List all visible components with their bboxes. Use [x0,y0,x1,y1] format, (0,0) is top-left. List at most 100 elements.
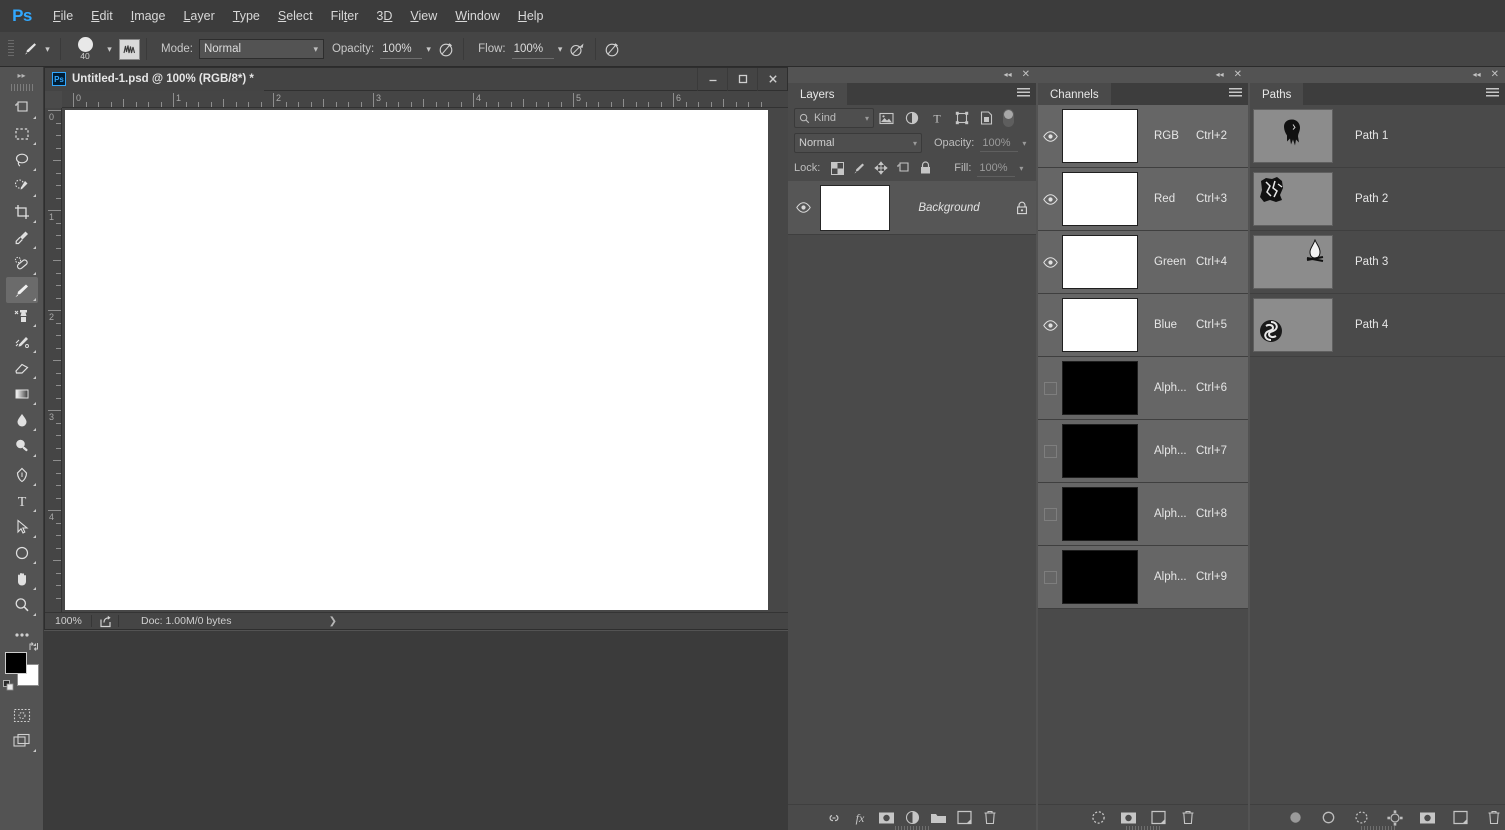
panel-menu-icon[interactable] [1017,88,1030,99]
channel-visibility-toggle[interactable] [1038,570,1062,584]
sidebar-item-history-brush-tool[interactable] [6,329,38,355]
path-row[interactable]: Path 1 [1250,105,1505,168]
channel-row[interactable]: Alph... Ctrl+8 [1038,483,1248,546]
shape-filter-icon[interactable] [949,107,974,129]
layer-visibility-toggle[interactable] [788,202,818,213]
sidebar-item-pen-tool[interactable] [6,462,38,488]
link-layers-button[interactable] [821,806,847,830]
delete-path-button[interactable] [1482,806,1505,830]
channel-thumbnail[interactable] [1062,361,1138,415]
channel-row[interactable]: RGB Ctrl+2 [1038,105,1248,168]
channel-row[interactable]: Alph... Ctrl+6 [1038,357,1248,420]
panel-resize-grip[interactable] [895,826,929,830]
channel-thumbnail[interactable] [1062,424,1138,478]
opacity-chevron-down-icon[interactable]: ▾ [1022,139,1026,148]
delete-layer-button[interactable] [977,806,1003,830]
menu-edit[interactable]: Edit [82,0,122,32]
brush-settings-panel-icon[interactable] [119,38,140,60]
brush-icon[interactable] [19,38,41,60]
share-export-icon[interactable] [92,615,118,628]
sidebar-item-eraser-tool[interactable] [6,355,38,381]
sidebar-item-clone-stamp-tool[interactable] [6,303,38,329]
channel-visibility-toggle[interactable] [1038,444,1062,458]
sidebar-item-lasso-tool[interactable] [6,147,38,173]
menu-type[interactable]: Type [224,0,269,32]
path-row[interactable]: Path 2 [1250,168,1505,231]
default-colors-icon[interactable] [2,678,14,696]
sidebar-item-ellipse-tool[interactable] [6,540,38,566]
zoom-level-input[interactable]: 100% [45,615,91,627]
sidebar-item-crop-tool[interactable] [6,199,38,225]
channel-visibility-toggle[interactable] [1038,193,1062,205]
channel-row[interactable]: Alph... Ctrl+9 [1038,546,1248,609]
layer-style-button[interactable]: fx [847,806,873,830]
filter-enable-toggle[interactable] [1003,109,1014,127]
stroke-path-button[interactable] [1317,806,1340,830]
layers-fill-input[interactable]: 100% [977,160,1016,177]
menu-select[interactable]: Select [269,0,322,32]
lock-position-icon[interactable] [870,158,892,178]
add-layer-mask-button[interactable] [1416,806,1439,830]
brush-preset-picker[interactable]: 40 [67,33,103,65]
channel-visibility-toggle[interactable] [1038,507,1062,521]
sidebar-item-brush-tool[interactable] [5,277,38,303]
vertical-ruler[interactable]: 0 1 2 3 4 [45,108,62,614]
tab-paths[interactable]: Paths [1250,83,1304,105]
channel-row[interactable]: Green Ctrl+4 [1038,231,1248,294]
delete-channel-button[interactable] [1175,806,1201,830]
sidebar-item-horizontal-type-tool[interactable]: T [6,488,38,514]
document-tab[interactable]: Ps Untitled-1.psd @ 100% (RGB/8*) * [45,67,264,91]
quick-mask-icon[interactable] [6,702,38,728]
collapse-to-icons-icon[interactable]: ◂◂ [1473,71,1481,79]
load-channel-as-selection-button[interactable] [1085,806,1111,830]
new-layer-button[interactable] [951,806,977,830]
layer-thumbnail[interactable] [820,184,890,231]
adjustment-filter-icon[interactable] [899,107,924,129]
smoothing-pressure-icon[interactable] [602,38,624,60]
fill-chevron-down-icon[interactable]: ▾ [1019,164,1023,173]
channel-visibility-toggle[interactable] [1038,256,1062,268]
collapse-to-icons-icon[interactable]: ◂◂ [1004,71,1012,79]
brush-tool-chevron-down-icon[interactable]: ▾ [41,39,54,59]
channel-visibility-toggle[interactable] [1038,319,1062,331]
lock-transparent-pixels-icon[interactable] [826,158,848,178]
channel-thumbnail[interactable] [1062,172,1138,226]
sidebar-item-quick-selection-tool[interactable] [6,173,38,199]
channel-row[interactable]: Blue Ctrl+5 [1038,294,1248,357]
sidebar-item-eyedropper-tool[interactable] [6,225,38,251]
sidebar-item-blur-tool[interactable] [6,407,38,433]
blend-mode-select[interactable]: Normal ▾ [198,39,324,59]
sidebar-item-hand-tool[interactable] [6,566,38,592]
menu-help[interactable]: Help [509,0,553,32]
canvas[interactable] [65,110,768,610]
horizontal-ruler[interactable]: 0 1 2 3 4 5 6 [45,91,789,108]
tab-channels[interactable]: Channels [1038,83,1111,105]
sidebar-item-gradient-tool[interactable] [6,381,38,407]
minimize-button[interactable] [697,67,727,91]
lock-icon[interactable] [1008,201,1036,215]
path-thumbnail[interactable] [1253,109,1333,163]
panel-resize-grip[interactable] [1360,826,1395,830]
path-thumbnail[interactable] [1253,235,1333,289]
fill-path-button[interactable] [1284,806,1307,830]
opacity-pressure-icon[interactable] [435,38,457,60]
path-thumbnail[interactable] [1253,172,1333,226]
lock-artboard-nesting-icon[interactable] [892,158,914,178]
sidebar-item-rectangular-marquee-tool[interactable] [6,121,38,147]
maximize-button[interactable] [727,67,757,91]
path-thumbnail[interactable] [1253,298,1333,352]
sidebar-item-dodge-tool[interactable] [6,433,38,459]
layers-opacity-input[interactable]: 100% [980,135,1019,152]
panel-menu-icon[interactable] [1486,88,1499,99]
close-icon[interactable]: ✕ [1491,70,1499,80]
new-path-button[interactable] [1449,806,1472,830]
smart-object-filter-icon[interactable] [974,107,999,129]
brush-preset-chevron-down-icon[interactable]: ▾ [103,39,116,59]
channel-row[interactable]: Red Ctrl+3 [1038,168,1248,231]
close-icon[interactable]: ✕ [1234,70,1242,80]
opacity-input[interactable]: 100% [380,40,423,59]
channel-thumbnail[interactable] [1062,298,1138,352]
sidebar-item-artboard-tool[interactable] [6,95,38,121]
foreground-color-swatch[interactable] [4,652,27,674]
channel-thumbnail[interactable] [1062,550,1138,604]
